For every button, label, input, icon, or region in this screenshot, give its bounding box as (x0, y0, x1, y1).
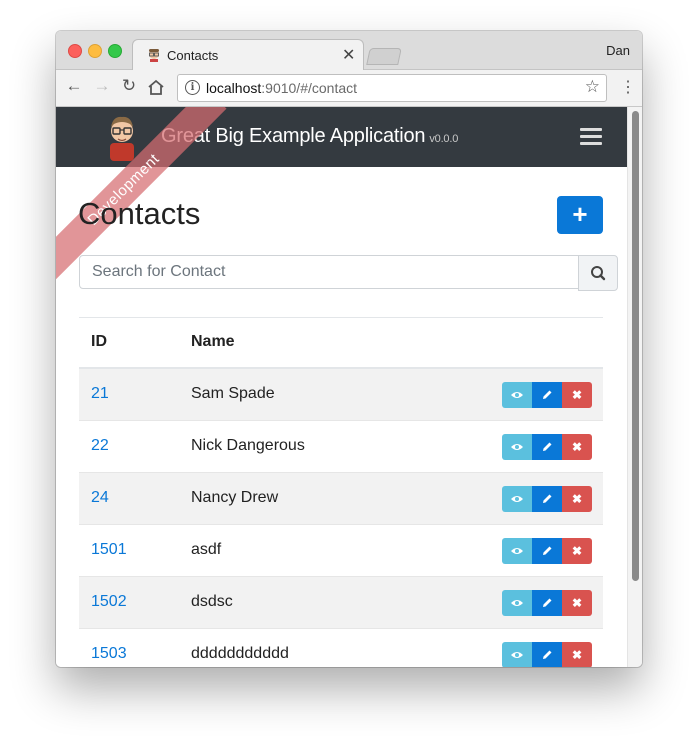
eye-icon (511, 600, 523, 606)
profile-name[interactable]: Dan (606, 43, 630, 58)
view-button[interactable] (502, 434, 532, 460)
x-icon: ✖ (571, 544, 583, 558)
row-actions: ✖ (502, 486, 592, 512)
x-icon: ✖ (571, 388, 583, 402)
eye-icon (511, 444, 523, 450)
pencil-icon (543, 546, 552, 555)
table-header: ID Name (79, 317, 603, 369)
column-header-name: Name (191, 333, 235, 350)
forward-arrow-icon[interactable]: → (92, 76, 112, 96)
info-icon[interactable]: i (185, 80, 200, 95)
edit-button[interactable] (532, 486, 562, 512)
contacts-table: ID Name 21 Sam Spade ✖ 22 Nick Dangerous (79, 317, 603, 667)
tab-contacts[interactable]: Contacts ✕ (132, 39, 364, 71)
x-icon: ✖ (571, 492, 583, 506)
row-actions: ✖ (502, 538, 592, 564)
delete-button[interactable]: ✖ (562, 382, 592, 408)
minimize-window-button[interactable] (88, 44, 102, 58)
view-button[interactable] (502, 538, 532, 564)
row-actions: ✖ (502, 590, 592, 616)
contact-id-link[interactable]: 1501 (91, 541, 127, 559)
maximize-window-button[interactable] (108, 44, 122, 58)
table-row: 1503 ddddddddddd ✖ (79, 629, 603, 667)
back-arrow-icon[interactable]: ← (64, 76, 84, 96)
eye-icon (511, 652, 523, 658)
view-button[interactable] (502, 486, 532, 512)
close-tab-icon[interactable]: ✕ (342, 45, 355, 65)
table-row: 1502 dsdsc ✖ (79, 577, 603, 629)
row-actions: ✖ (502, 434, 592, 460)
close-window-button[interactable] (68, 44, 82, 58)
contact-name: asdf (191, 541, 222, 558)
hamburger-icon[interactable] (580, 128, 602, 146)
row-actions: ✖ (502, 642, 592, 667)
contact-name: Nancy Drew (191, 489, 279, 506)
eye-icon (511, 392, 523, 398)
contact-id-link[interactable]: 1502 (91, 593, 127, 611)
tab-title: Contacts (167, 48, 219, 63)
eye-icon (511, 548, 523, 554)
contact-id-link[interactable]: 22 (91, 437, 109, 455)
delete-button[interactable]: ✖ (562, 434, 592, 460)
delete-button[interactable]: ✖ (562, 486, 592, 512)
contact-id-link[interactable]: 21 (91, 385, 109, 403)
search-input[interactable] (79, 255, 579, 289)
contact-name: Nick Dangerous (191, 437, 305, 454)
scrollbar-thumb[interactable] (632, 111, 639, 581)
view-button[interactable] (502, 382, 532, 408)
bookmark-star-icon[interactable]: ☆ (585, 77, 600, 97)
address-bar[interactable]: i localhost:9010/#/contact ☆ (177, 74, 607, 102)
edit-button[interactable] (532, 382, 562, 408)
page-title: Contacts (78, 196, 201, 231)
home-icon[interactable] (147, 79, 165, 96)
app-navbar: Great Big Example Application v0.0.0 (56, 107, 627, 167)
x-icon: ✖ (571, 440, 583, 454)
browser-window: Contacts ✕ Dan ← → ↻ i localhost:9010/#/… (56, 31, 642, 667)
reload-icon[interactable]: ↻ (119, 76, 139, 96)
edit-button[interactable] (532, 642, 562, 667)
pencil-icon (543, 650, 552, 659)
page-viewport: Great Big Example Application v0.0.0 Deve… (56, 107, 642, 667)
delete-button[interactable]: ✖ (562, 642, 592, 667)
pencil-icon (543, 598, 552, 607)
brand-title[interactable]: Great Big Example Application v0.0.0 (161, 125, 458, 148)
tab-strip: Contacts ✕ Dan (56, 31, 642, 71)
browser-toolbar: ← → ↻ i localhost:9010/#/contact ☆ ⋮ (56, 70, 642, 107)
table-row: 1501 asdf ✖ (79, 525, 603, 577)
pencil-icon (543, 442, 552, 451)
row-actions: ✖ (502, 382, 592, 408)
page-scrollbar[interactable] (627, 107, 642, 667)
delete-button[interactable]: ✖ (562, 590, 592, 616)
contact-id-link[interactable]: 1503 (91, 645, 127, 663)
browser-menu-icon[interactable]: ⋮ (620, 77, 636, 97)
table-row: 24 Nancy Drew ✖ (79, 473, 603, 525)
contact-name: Sam Spade (191, 385, 275, 402)
pencil-icon (543, 390, 552, 399)
url-text[interactable]: localhost:9010/#/contact (206, 80, 357, 96)
table-row: 21 Sam Spade ✖ (79, 369, 603, 421)
view-button[interactable] (502, 590, 532, 616)
contact-name: dsdsc (191, 593, 233, 610)
search-button[interactable] (578, 255, 618, 291)
search-icon (591, 266, 606, 281)
search-group (79, 255, 618, 291)
x-icon: ✖ (571, 648, 583, 662)
delete-button[interactable]: ✖ (562, 538, 592, 564)
eye-icon (511, 496, 523, 502)
edit-button[interactable] (532, 538, 562, 564)
brand-version: v0.0.0 (429, 133, 459, 145)
contact-name: ddddddddddd (191, 645, 289, 662)
column-header-id: ID (91, 333, 107, 350)
favicon-icon (149, 49, 159, 62)
table-row: 22 Nick Dangerous ✖ (79, 421, 603, 473)
view-button[interactable] (502, 642, 532, 667)
new-tab-button[interactable] (366, 48, 402, 65)
avatar-logo-icon[interactable] (104, 113, 140, 161)
edit-button[interactable] (532, 434, 562, 460)
edit-button[interactable] (532, 590, 562, 616)
x-icon: ✖ (571, 596, 583, 610)
pencil-icon (543, 494, 552, 503)
add-contact-button[interactable]: + (557, 196, 603, 234)
contact-id-link[interactable]: 24 (91, 489, 109, 507)
